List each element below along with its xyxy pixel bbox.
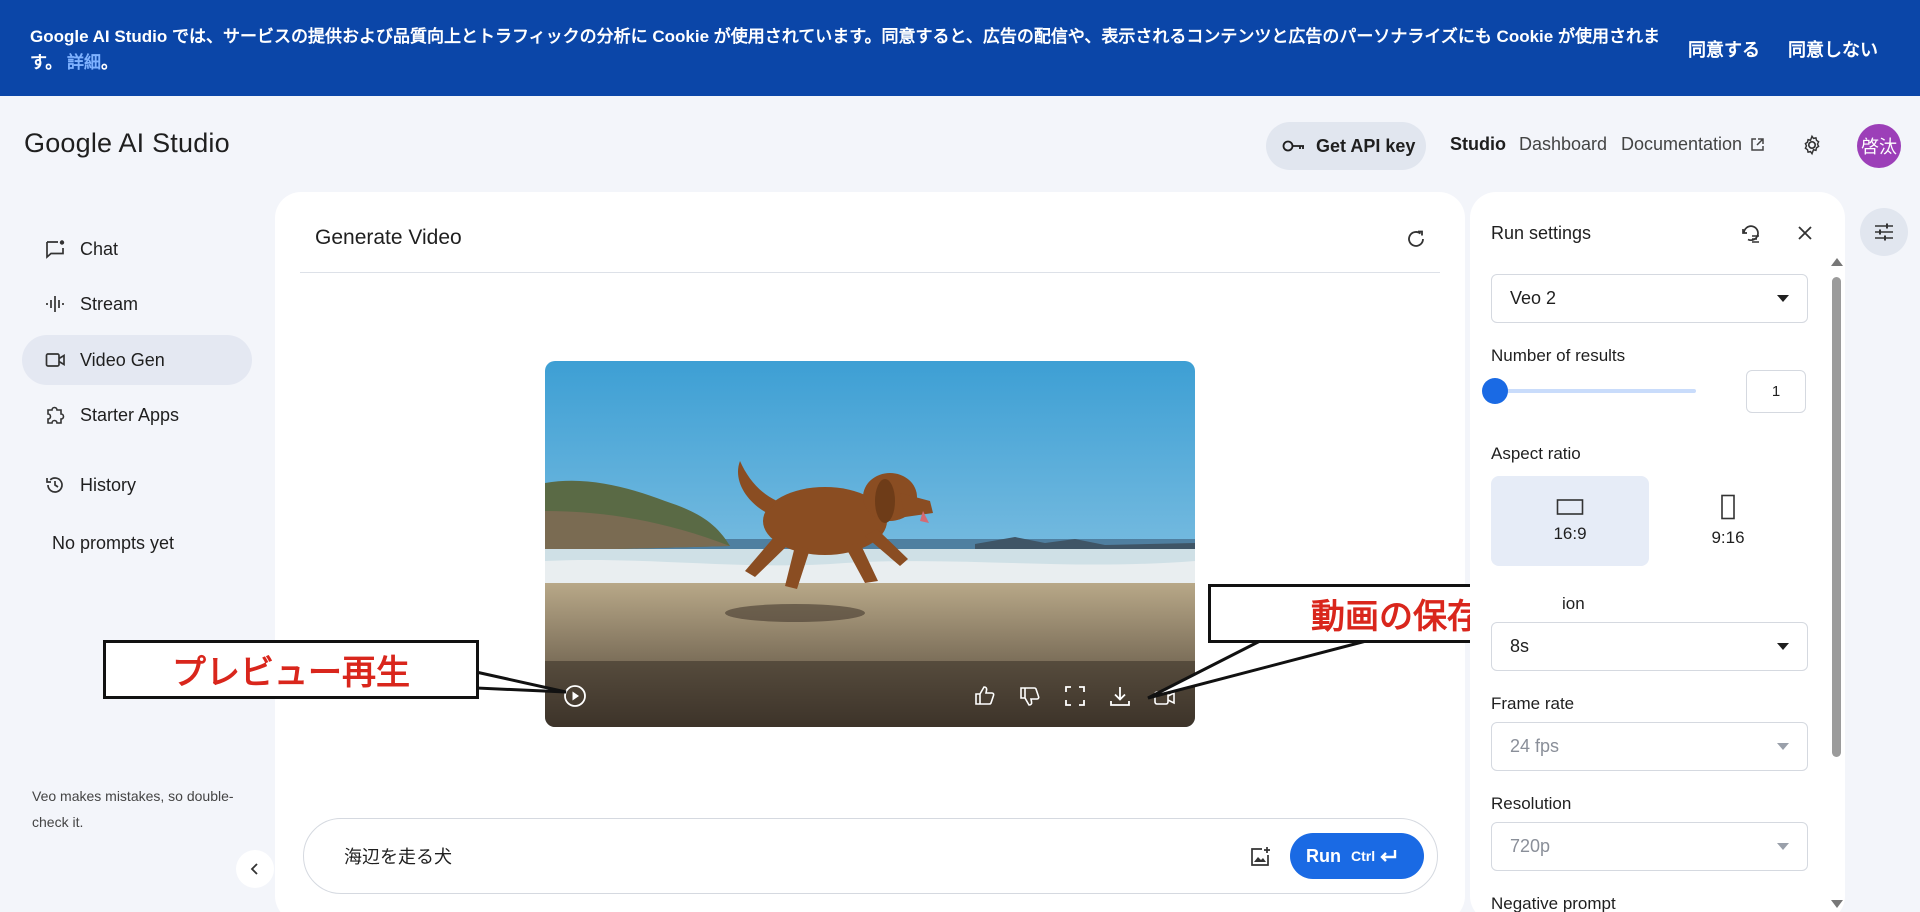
download-icon[interactable] [1107,683,1133,709]
close-icon[interactable] [1794,222,1816,244]
duration-select-value: 8s [1510,636,1530,656]
title-divider [300,272,1440,273]
run-button-label: Run [1306,845,1341,866]
run-shortcut: Ctrl [1351,848,1398,864]
nav-dashboard[interactable]: Dashboard [1519,134,1607,155]
landscape-icon [1556,499,1584,515]
sidebar-item-label: Stream [80,293,139,314]
frame-rate-select[interactable]: 24 fps [1491,722,1808,771]
resolution-select[interactable]: 720p [1491,822,1808,871]
sidebar-item-video-gen[interactable]: Video Gen [22,335,252,385]
aspect-ratio-label: Aspect ratio [1491,444,1581,463]
collapse-sidebar-button[interactable] [236,850,274,888]
sidebar-item-history[interactable]: History [22,460,252,510]
run-settings-panel: Run settings Veo 2 Number of results Asp… [1470,192,1845,912]
history-icon [46,477,63,493]
frame-rate-label: Frame rate [1491,694,1575,713]
refresh-icon[interactable] [1405,228,1427,250]
number-of-results-input[interactable] [1746,370,1806,413]
caret-down-icon [1777,743,1789,750]
resolution-select-value: 720p [1510,836,1551,856]
portrait-icon [1721,494,1735,520]
run-settings-title: Run settings [1491,223,1592,243]
cookie-banner: Google AI Studio では、サービスの提供および品質向上とトラフィッ… [0,0,1920,96]
caret-down-icon [1777,643,1789,650]
sidebar-item-label: History [80,474,137,495]
run-shortcut-label: Ctrl [1351,848,1376,864]
chat-icon [46,240,65,259]
veo-disclaimer: Veo makes mistakes, so double-check it. [32,788,234,830]
number-of-results-slider[interactable] [1491,389,1696,393]
caret-down-icon [1777,843,1789,850]
caret-down-icon [1777,295,1789,302]
get-api-key-label: Get API key [1316,135,1416,156]
aspect-ratio-label-16-9: 16:9 [1553,524,1587,543]
prompt-input[interactable] [344,841,1224,871]
nav-studio[interactable]: Studio [1450,134,1506,155]
aspect-ratio-label-9-16: 9:16 [1711,528,1745,547]
sidebar-item-starter-apps[interactable]: Starter Apps [22,390,252,440]
thumbs-down-icon[interactable] [1017,683,1043,709]
nav-documentation[interactable]: Documentation [1621,134,1765,155]
scroll-up-arrow[interactable] [1831,258,1843,266]
run-button[interactable]: Run Ctrl [1290,833,1424,879]
enter-key-icon [1380,850,1397,862]
chevron-left-icon [250,863,258,875]
duration-select[interactable]: 8s [1491,622,1808,671]
aspect-ratio-9-16-option[interactable]: 9:16 [1649,476,1807,566]
play-preview-icon[interactable] [562,683,588,709]
sidebar-item-label: Video Gen [80,349,165,370]
cookie-banner-text: Google AI Studio では、サービスの提供および品質向上とトラフィッ… [30,27,1660,72]
model-select[interactable]: Veo 2 [1491,274,1808,323]
tune-icon [1875,223,1893,241]
aspect-ratio-16-9-option[interactable]: 16:9 [1491,476,1649,566]
prompt-bar: Run Ctrl [303,818,1438,894]
annotation-preview-playback: プレビュー再生 [103,640,479,699]
puzzle-icon [47,406,65,424]
generated-video[interactable] [545,361,1195,727]
negative-prompt-label: Negative prompt [1491,894,1616,912]
model-select-value: Veo 2 [1510,288,1557,308]
scroll-down-arrow[interactable] [1831,900,1843,908]
toggle-run-settings-button[interactable] [1860,208,1908,256]
sidebar-item-label: Starter Apps [80,404,180,425]
extend-video-icon[interactable] [1152,683,1178,709]
external-link-icon [1751,138,1764,151]
add-image-icon[interactable] [1248,845,1272,869]
user-avatar[interactable]: 啓汰 [1857,124,1901,168]
reset-settings-icon[interactable] [1740,222,1762,244]
page-title: Generate Video [315,226,462,249]
slider-handle[interactable] [1482,378,1508,404]
frame-rate-select-value: 24 fps [1510,736,1560,756]
history-empty-text: No prompts yet [52,533,175,553]
settings-gear-icon[interactable] [1801,134,1823,156]
key-icon [1282,140,1304,152]
resolution-label: Resolution [1491,794,1572,813]
video-icon [45,353,65,367]
number-of-results-label: Number of results [1491,346,1626,365]
app-logo[interactable]: Google AI Studio [24,128,230,159]
stream-icon [46,296,64,312]
sidebar-item-stream[interactable]: Stream [22,279,252,329]
fullscreen-icon[interactable] [1062,683,1088,709]
duration-label: ion [1562,594,1585,613]
cookie-agree-button[interactable]: 同意する [1688,36,1760,62]
cookie-more-link[interactable]: 詳細 [67,53,101,72]
get-api-key-button[interactable]: Get API key [1266,122,1426,170]
cookie-disagree-button[interactable]: 同意しない [1788,36,1878,62]
thumbs-up-icon[interactable] [972,683,998,709]
nav-documentation-label: Documentation [1621,134,1743,154]
video-frame-dog-on-beach [545,361,1195,727]
settings-scrollbar[interactable] [1832,277,1841,757]
sidebar-item-chat[interactable]: Chat [22,224,252,274]
sidebar-item-label: Chat [80,238,119,259]
